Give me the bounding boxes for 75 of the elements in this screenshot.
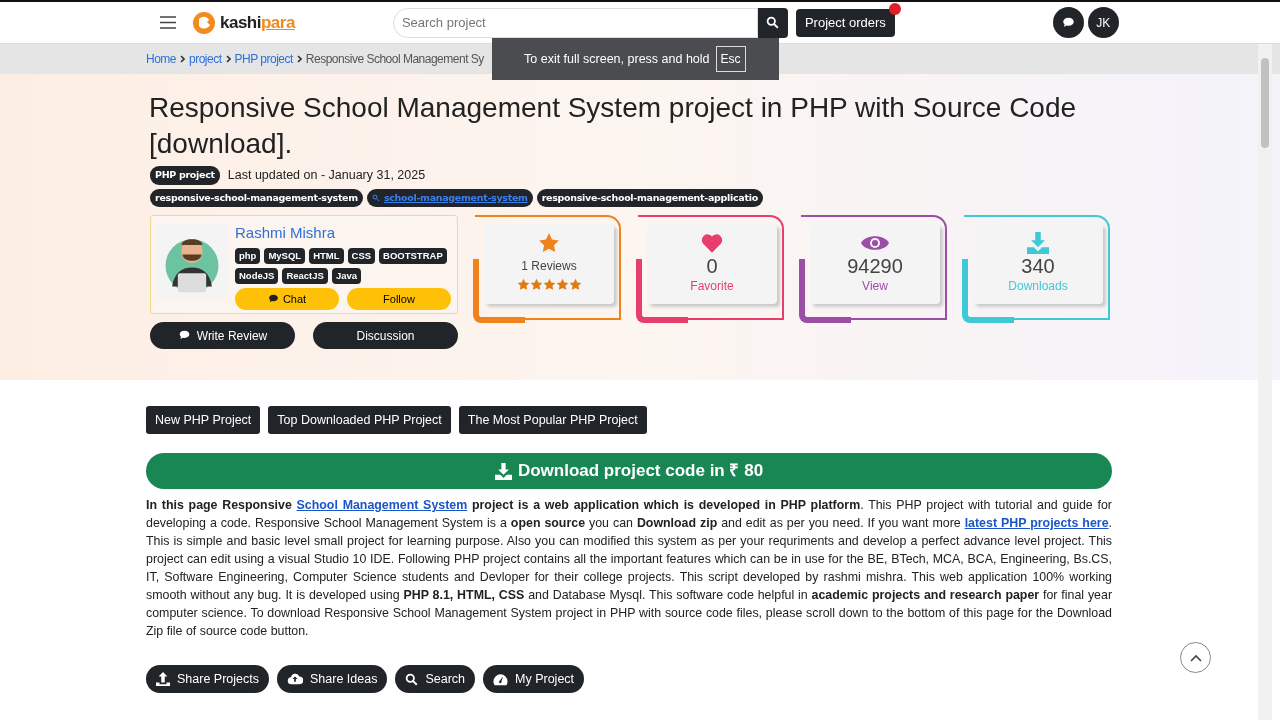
category-button[interactable]: Top Downloaded PHP Project (268, 406, 451, 434)
stat-label: Favorite (690, 278, 734, 294)
scrollbar[interactable] (1258, 44, 1272, 720)
tag-badge[interactable]: responsive-school-management-applicatio (536, 188, 763, 207)
stat-label: Downloads (1008, 278, 1068, 294)
skill-badge: Java (331, 267, 361, 284)
skill-badge: ReactJS (282, 267, 328, 284)
category-button[interactable]: New PHP Project (146, 406, 261, 434)
chevron-up-icon (1189, 653, 1202, 662)
stat-value: 0 (706, 254, 718, 278)
star-icon (538, 232, 560, 254)
last-updated-text: Last updated on - January 31, 2025 (227, 167, 426, 184)
search-icon (766, 16, 780, 29)
share-ideas-button[interactable]: Share Ideas (277, 665, 388, 693)
download-button[interactable]: Download project code in ₹ 80 (146, 453, 1112, 489)
skill-badge: MySQL (264, 247, 306, 264)
cloud-upload-icon (287, 672, 303, 686)
breadcrumb-link[interactable]: Home (146, 50, 176, 68)
star-icon (555, 278, 569, 291)
search-field[interactable]: Search project (392, 7, 758, 38)
discussion-button[interactable]: Discussion (313, 322, 458, 349)
user-avatar-button[interactable]: JK (1087, 7, 1119, 38)
star-icon (542, 278, 556, 291)
description-paragraph: In this page Responsive School Management System project is a web application which is developed in PHP platform. This PHP project with tutorial and guide for developing a code. Responsive School Management System is a open source you can Download zip and edit as per you need. If you want more latest PHP projects here. This is simple and basic level small project for learning purpose. Also you can modified this system as per your requriments and develop a perfect advance level project. This project can edit using a visual Studio 10 IDE. Following PHP project contains all the important features which can be in use for the BE, BTech, MCA, BCA, Engineering, Bs.CS, IT, Software Engineering, Computer Science students and Devloper for their college projects. This script developed by rashmi mishra. This web application 100% working smooth without any bug. It is developed using PHP 8.1, HTML, CSS and Database Mysql. This software code helpful in academic projects and research paper for final year computer science. To download Responsive School Management System project in PHP with source code files, please scroll down to the bottom of this page for the Download Zip file of source code button. (146, 497, 1112, 640)
star-icon (568, 278, 582, 291)
stat-value: 94290 (847, 254, 903, 278)
chevron-right-icon (225, 55, 231, 63)
stat-label: View (862, 278, 888, 294)
text-link[interactable]: School Management System (296, 498, 468, 512)
category-button[interactable]: The Most Popular PHP Project (458, 406, 647, 434)
tag-badge[interactable]: school-management-system (366, 188, 533, 207)
search-button[interactable] (757, 7, 788, 38)
menu-icon (160, 16, 176, 29)
search-button[interactable]: Search (395, 665, 475, 693)
author-name[interactable]: Rashmi Mishra (235, 222, 336, 245)
skill-badge: php (235, 247, 261, 264)
search-icon (405, 672, 419, 686)
breadcrumb-link[interactable]: PHP project (234, 50, 293, 68)
star-icon (529, 278, 543, 291)
skill-badge: NodeJS (235, 267, 279, 284)
my-project-button[interactable]: My Project (483, 665, 585, 693)
review-count: 1 Reviews (521, 258, 577, 274)
search-icon (371, 193, 380, 202)
stat-value: 340 (1021, 254, 1055, 278)
chat-bubble-icon (1061, 16, 1075, 29)
skill-badge: CSS (347, 247, 376, 264)
write-review-button[interactable]: Write Review (150, 322, 295, 349)
skill-badge: HTML (309, 247, 344, 264)
logo[interactable]: kashipara (192, 9, 295, 36)
gauge-icon (493, 672, 508, 686)
notice-text: To exit full screen, press and hold (524, 50, 710, 68)
chat-bubble-icon (267, 294, 279, 304)
breadcrumb-link[interactable]: project (189, 50, 222, 68)
scrollbar-thumb[interactable] (1261, 58, 1269, 148)
download-icon (1027, 232, 1049, 254)
comments-icon (177, 330, 191, 341)
chevron-right-icon (296, 55, 302, 63)
text-link[interactable]: latest PHP projects here (964, 516, 1109, 530)
tag-badge[interactable]: responsive-school-management-system (150, 188, 363, 207)
project-orders-button[interactable]: Project orders (795, 8, 895, 37)
upload-icon (156, 672, 170, 686)
category-badge[interactable]: PHP project (150, 166, 220, 185)
follow-button[interactable]: Follow (347, 288, 451, 310)
chat-button[interactable] (1052, 7, 1084, 38)
chat-button[interactable]: Chat (235, 288, 339, 310)
page-title: Responsive School Management System project in PHP with Source Code [download]. (149, 91, 1078, 161)
breadcrumb-current: Responsive School Management Sy (305, 51, 484, 68)
heart-icon (701, 232, 723, 254)
chevron-right-icon (180, 55, 185, 63)
download-icon (494, 462, 512, 480)
scroll-top-button[interactable] (1180, 642, 1211, 673)
esc-key: Esc (715, 46, 746, 72)
share-projects-button[interactable]: Share Projects (146, 665, 269, 693)
skill-badge: BOOTSTRAP (379, 247, 447, 264)
star-icon (516, 278, 530, 291)
